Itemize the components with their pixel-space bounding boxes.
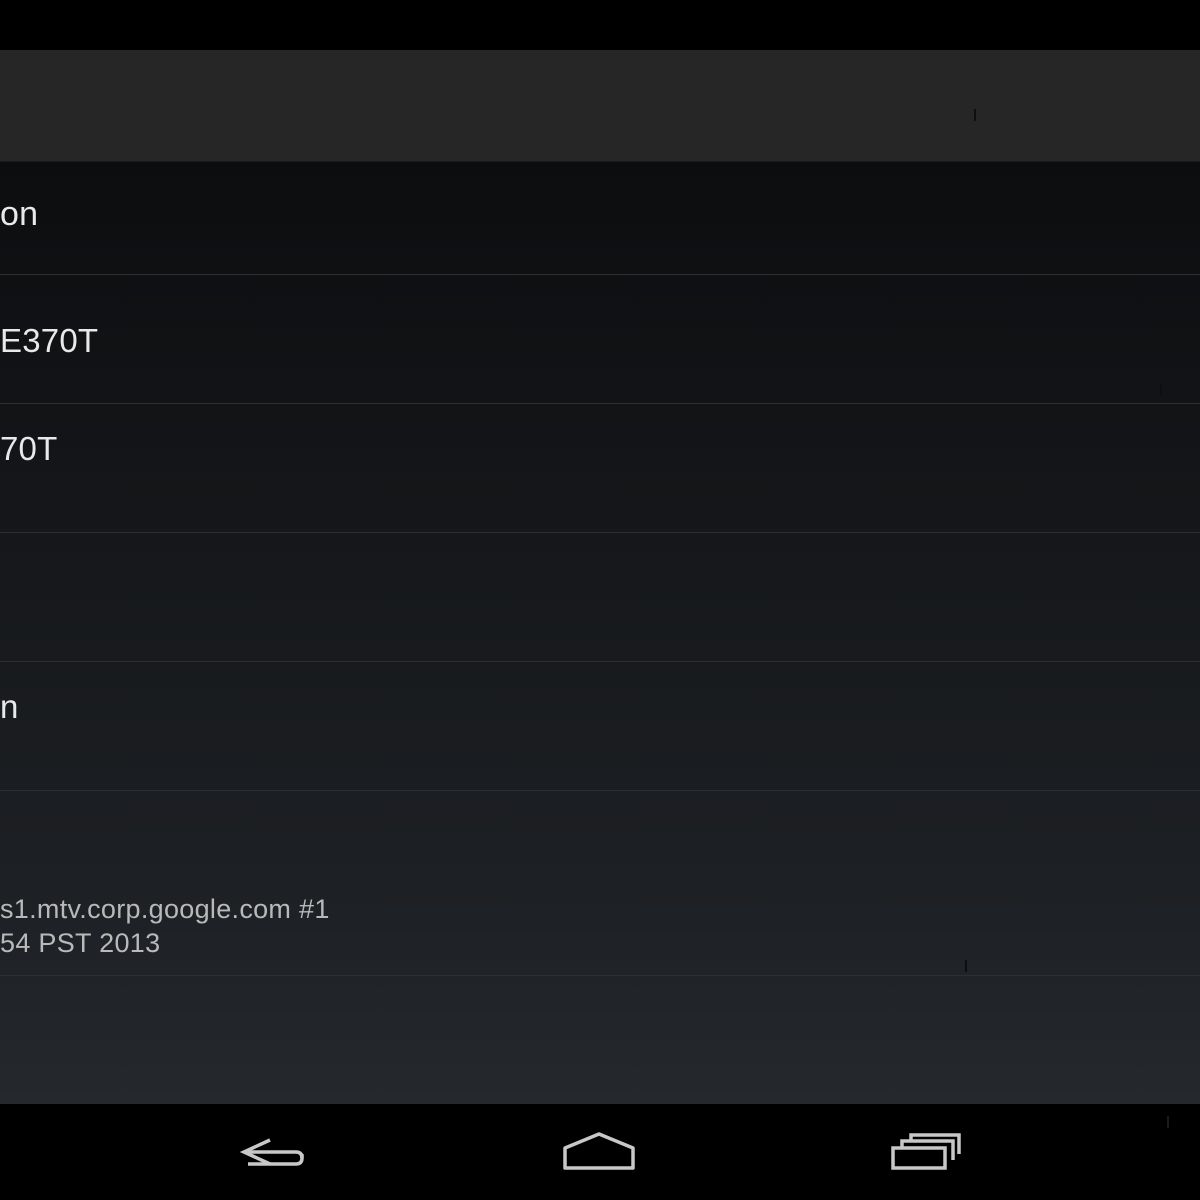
list-item-value: 70T <box>0 430 58 467</box>
list-item-blank[interactable] <box>0 533 1200 662</box>
action-bar-divider-tick <box>974 109 976 121</box>
kernel-build-host: s1.mtv.corp.google.com #1 <box>0 894 330 924</box>
list-item-divider-tick <box>965 960 967 972</box>
recent-apps-button[interactable] <box>836 1104 1016 1200</box>
list-item-version[interactable]: n <box>0 662 1200 791</box>
tablet-screen: on E370T 70T n s1.mtv.corp.google.com #1… <box>0 0 1200 1200</box>
list-item-model-number[interactable]: E370T <box>0 275 1200 404</box>
list-item-device-name[interactable]: 70T <box>0 404 1200 533</box>
list-item-title: on <box>0 195 39 233</box>
back-arrow-icon <box>240 1138 304 1166</box>
list-item-kernel-version[interactable]: s1.mtv.corp.google.com #1 54 PST 2013 <box>0 791 1200 976</box>
home-button[interactable] <box>509 1104 689 1200</box>
list-item-about-header[interactable]: on <box>0 162 1200 275</box>
action-bar <box>0 50 1200 162</box>
list-item-value: n <box>0 688 19 725</box>
settings-list: on E370T 70T n s1.mtv.corp.google.com #1… <box>0 162 1200 1104</box>
list-item-value: E370T <box>0 322 99 359</box>
status-bar <box>0 0 1200 50</box>
recent-apps-icon <box>891 1133 961 1170</box>
list-item-divider-tick <box>1160 383 1162 395</box>
back-button[interactable] <box>185 1104 365 1200</box>
navigation-bar <box>0 1104 1200 1200</box>
kernel-build-date: 54 PST 2013 <box>0 928 161 958</box>
nav-bar-divider-tick <box>1167 1116 1169 1128</box>
home-icon <box>563 1132 635 1170</box>
